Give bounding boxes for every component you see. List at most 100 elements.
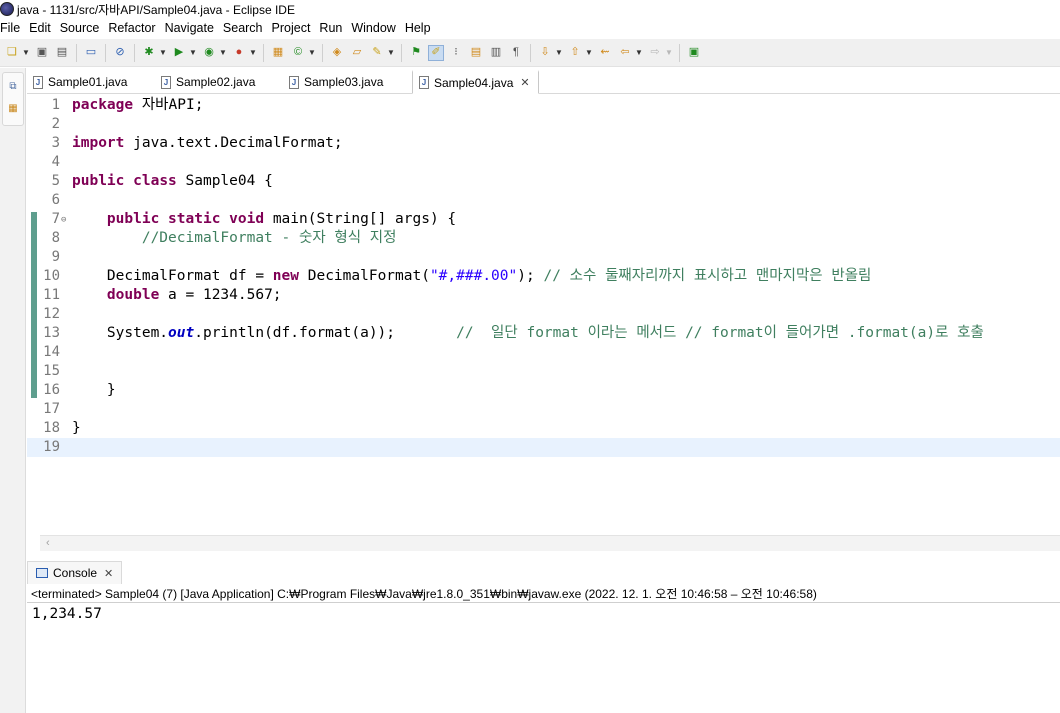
code-line[interactable]: 12 <box>27 305 1060 324</box>
code-editor[interactable]: 1 package 자바API; 2 3 import java.text.Decima… <box>27 95 1060 535</box>
console-output-area[interactable]: 1,234.57 <box>27 604 1060 713</box>
menu-run[interactable]: Run <box>319 21 347 35</box>
line-number: 1 <box>51 97 60 113</box>
show-whitespace-icon[interactable]: ▥ <box>488 45 504 61</box>
code-text: public static void main(String[] args) { <box>72 210 456 229</box>
chevron-down-icon[interactable]: ▼ <box>665 45 673 61</box>
new-file-icon[interactable]: ❏ <box>4 45 20 61</box>
code-line[interactable]: 13 System.out.println(df.format(a)); // … <box>27 324 1060 343</box>
word-wrap-icon[interactable]: ▤ <box>468 45 484 61</box>
close-icon[interactable]: ✕ <box>104 567 113 580</box>
next-annotation-icon[interactable]: ⇩ <box>537 45 553 61</box>
code-line[interactable]: 7 ⊖ public static void main(String[] args… <box>27 210 1060 229</box>
terminal-icon[interactable]: ▭ <box>83 45 99 61</box>
menu-navigate[interactable]: Navigate <box>165 21 219 35</box>
chevron-down-icon[interactable]: ▼ <box>22 45 30 61</box>
tab-sample03[interactable]: J Sample03.java <box>283 70 411 94</box>
perspective-icon[interactable]: ▣ <box>686 45 702 61</box>
console-output-line: 1,234.57 <box>32 606 102 622</box>
new-class-icon[interactable]: © <box>290 45 306 61</box>
toggle-markers-icon[interactable]: ⚑ <box>408 45 424 61</box>
menu-search[interactable]: Search <box>223 21 268 35</box>
menu-help[interactable]: Help <box>405 21 436 35</box>
editor-horizontal-scrollbar[interactable]: ‹ <box>40 535 1060 551</box>
tab-sample01[interactable]: J Sample01.java <box>27 70 155 94</box>
line-number: 18 <box>43 420 60 436</box>
code-line[interactable]: 2 <box>27 115 1060 134</box>
open-folder-icon[interactable]: ▱ <box>349 45 365 61</box>
fold-toggle-icon[interactable]: ⊖ <box>61 211 66 230</box>
code-token: class <box>133 173 177 189</box>
menu-project[interactable]: Project <box>272 21 316 35</box>
search-icon[interactable]: ✎ <box>369 45 385 61</box>
toggle-mark-occurrences-icon[interactable]: ✐ <box>428 44 444 61</box>
last-edit-location-icon[interactable]: ⇜ <box>597 45 613 61</box>
coverage-icon[interactable]: ◉ <box>201 45 217 61</box>
chevron-down-icon[interactable]: ▼ <box>555 45 563 61</box>
block-selection-icon[interactable]: ⁝ <box>448 45 464 61</box>
code-line[interactable]: 4 <box>27 153 1060 172</box>
chevron-down-icon[interactable]: ▼ <box>308 45 316 61</box>
code-line[interactable]: 17 <box>27 400 1060 419</box>
external-tools-icon[interactable]: ● <box>231 45 247 61</box>
menu-edit[interactable]: Edit <box>29 21 56 35</box>
code-line[interactable]: 16 } <box>27 381 1060 400</box>
code-line[interactable]: 8 //DecimalFormat - 숫자 형식 지정 <box>27 229 1060 248</box>
line-number: 12 <box>43 306 60 322</box>
skip-breakpoints-icon[interactable]: ⊘ <box>112 45 128 61</box>
line-number: 8 <box>51 230 60 246</box>
code-line[interactable]: 6 <box>27 191 1060 210</box>
code-line[interactable]: 19 <box>27 438 1060 457</box>
save-all-icon[interactable]: ▤ <box>54 45 70 61</box>
menu-source[interactable]: Source <box>60 21 105 35</box>
tab-sample02[interactable]: J Sample02.java <box>155 70 283 94</box>
tab-label: Console <box>53 566 98 580</box>
new-java-project-icon[interactable]: ▦ <box>270 45 286 61</box>
code-line[interactable]: 10 DecimalFormat df = new DecimalFormat(… <box>27 267 1060 286</box>
window-title: java - 1131/src/자바API/Sample04.java - Ec… <box>17 2 295 17</box>
code-line[interactable]: 15 <box>27 362 1060 381</box>
chevron-down-icon[interactable]: ▼ <box>189 45 197 61</box>
code-line[interactable]: 14 <box>27 343 1060 362</box>
chevron-down-icon[interactable]: ▼ <box>249 45 257 61</box>
chevron-down-icon[interactable]: ▼ <box>387 45 395 61</box>
close-icon[interactable]: ✕ <box>520 76 529 89</box>
forward-icon[interactable]: ⇨ <box>647 45 663 61</box>
toolbar-divider <box>679 43 680 62</box>
menu-file[interactable]: File <box>0 21 25 35</box>
code-line[interactable]: 11 double a = 1234.567; <box>27 286 1060 305</box>
chevron-down-icon[interactable]: ▼ <box>219 45 227 61</box>
toolbar-divider <box>322 43 323 62</box>
pilcrow-icon[interactable]: ¶ <box>508 45 524 61</box>
package-explorer-icon[interactable]: ▦ <box>7 103 19 115</box>
code-line[interactable]: 3 import java.text.DecimalFormat; <box>27 134 1060 153</box>
open-type-icon[interactable]: ◈ <box>329 45 345 61</box>
menu-bar: File Edit Source Refactor Navigate Searc… <box>0 18 1060 38</box>
tab-console[interactable]: Console ✕ <box>27 561 122 584</box>
restore-icon[interactable]: ⧉ <box>7 81 19 93</box>
run-icon[interactable]: ▶ <box>171 45 187 61</box>
minimized-views-box: ⧉ ▦ <box>2 72 24 126</box>
back-icon[interactable]: ⇦ <box>617 45 633 61</box>
code-token: new <box>272 268 299 284</box>
debug-icon[interactable]: ✱ <box>141 45 157 61</box>
code-line[interactable]: 5 public class Sample04 { <box>27 172 1060 191</box>
chevron-down-icon[interactable]: ▼ <box>635 45 643 61</box>
tab-sample04[interactable]: J Sample04.java ✕ <box>412 70 539 94</box>
previous-annotation-icon[interactable]: ⇧ <box>567 45 583 61</box>
code-text: package 자바API; <box>72 96 203 115</box>
code-line[interactable]: 18} <box>27 419 1060 438</box>
code-token: DecimalFormat df = <box>72 268 273 284</box>
code-line[interactable]: 9 <box>27 248 1060 267</box>
save-icon[interactable]: ▣ <box>34 45 50 61</box>
menu-refactor[interactable]: Refactor <box>108 21 160 35</box>
chevron-down-icon[interactable]: ▼ <box>585 45 593 61</box>
code-line[interactable]: 1 package 자바API; <box>27 96 1060 115</box>
line-number: 9 <box>51 249 60 265</box>
menu-window[interactable]: Window <box>351 21 400 35</box>
chevron-down-icon[interactable]: ▼ <box>159 45 167 61</box>
scroll-left-icon[interactable]: ‹ <box>46 537 50 549</box>
line-number: 11 <box>43 287 60 303</box>
